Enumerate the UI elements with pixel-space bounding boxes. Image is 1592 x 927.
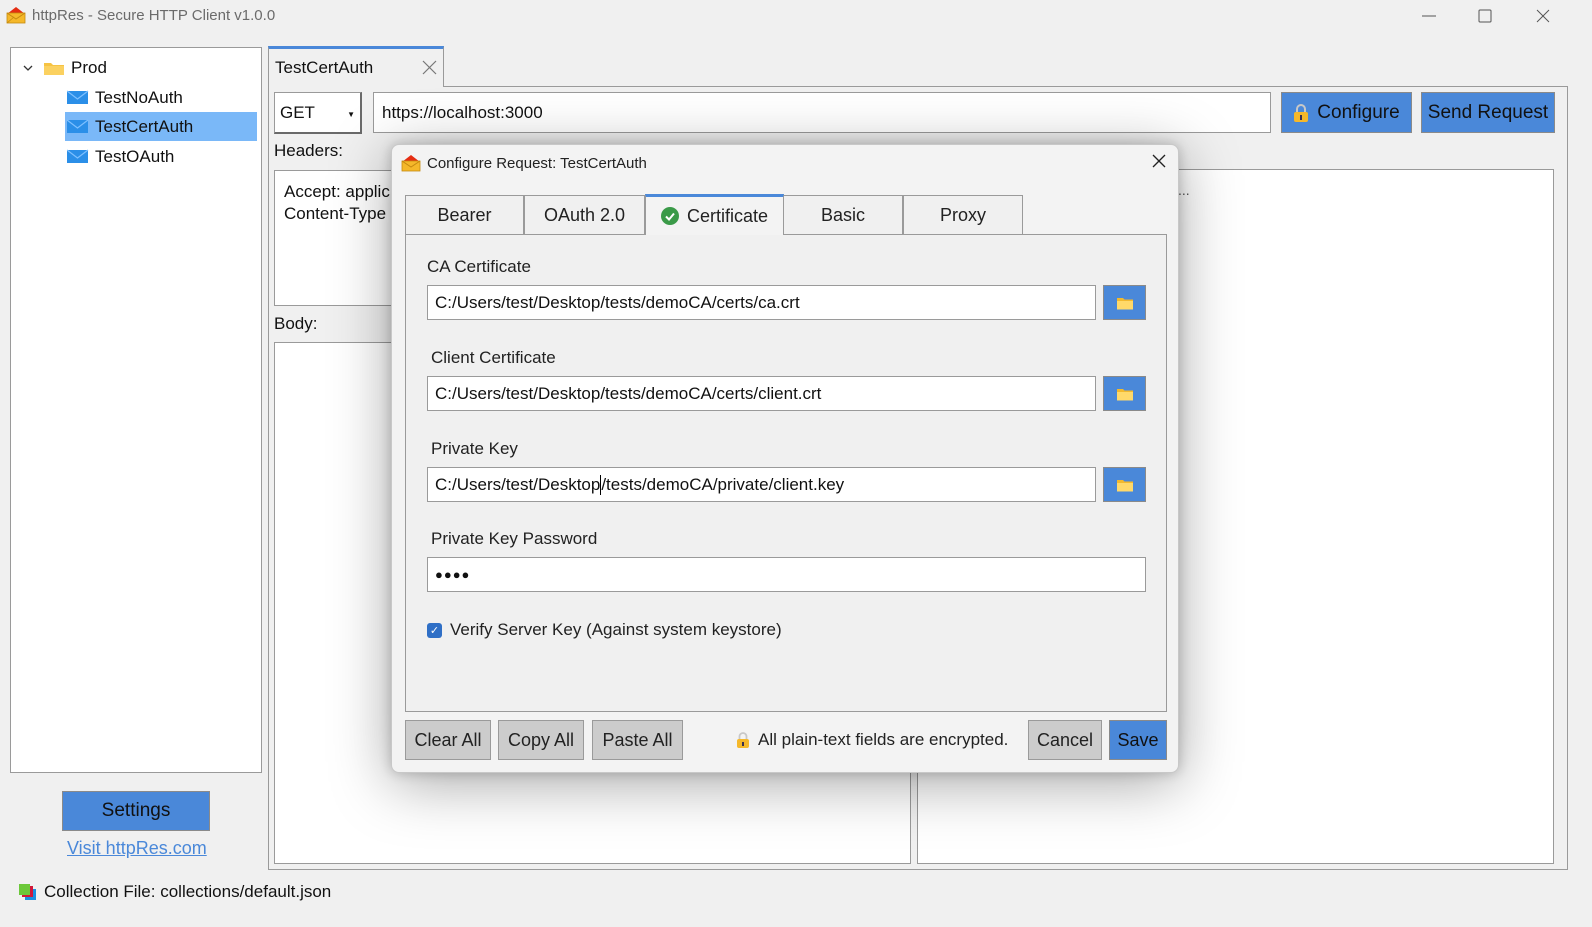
lock-icon — [1294, 103, 1309, 122]
save-button[interactable]: Save — [1109, 720, 1167, 760]
private-key-value-end: /tests/demoCA/private/client.key — [601, 474, 845, 494]
ca-certificate-browse-button[interactable] — [1103, 285, 1146, 320]
folder-icon — [1116, 297, 1133, 309]
close-window-button[interactable] — [1520, 0, 1566, 32]
verify-server-key-label: Verify Server Key (Against system keysto… — [450, 620, 782, 639]
title-bar: httpRes - Secure HTTP Client v1.0.0 — [0, 0, 1592, 32]
encryption-note: All plain-text fields are encrypted. — [736, 730, 1008, 750]
password-value: ●●●● — [435, 567, 471, 582]
chevron-down-icon[interactable] — [21, 61, 35, 75]
ca-certificate-label: CA Certificate — [427, 257, 531, 276]
close-icon — [1152, 154, 1166, 168]
close-icon — [422, 60, 437, 75]
tree-item-testoauth[interactable]: TestOAuth — [65, 142, 257, 171]
url-input[interactable]: https://localhost:3000 — [373, 92, 1271, 133]
window-title: httpRes - Secure HTTP Client v1.0.0 — [32, 7, 276, 24]
folder-icon — [44, 62, 64, 75]
tab-label: TestCertAuth — [275, 58, 374, 77]
tree-item-testnoauth[interactable]: TestNoAuth — [65, 83, 257, 112]
tree-item-label: TestNoAuth — [95, 87, 183, 107]
tab-certificate-label: Certificate — [686, 205, 769, 226]
tab-proxy[interactable]: Proxy — [903, 195, 1023, 235]
tree-folder-prod[interactable]: Prod — [21, 53, 107, 82]
tree-folder-label: Prod — [71, 57, 107, 77]
tab-close-button[interactable] — [422, 59, 437, 80]
url-value: https://localhost:3000 — [382, 102, 543, 122]
method-value: GET — [280, 102, 315, 122]
tree-item-label: TestOAuth — [95, 146, 175, 166]
envelope-icon — [67, 119, 89, 133]
visit-website-link[interactable]: Visit httpRes.com — [67, 838, 207, 859]
client-certificate-label: Client Certificate — [431, 348, 556, 367]
copy-all-button[interactable]: Copy All — [498, 720, 584, 760]
maximize-button[interactable] — [1462, 0, 1508, 32]
tab-basic[interactable]: Basic — [783, 195, 903, 235]
dialog-title: Configure Request: TestCertAuth — [427, 155, 647, 172]
ca-certificate-input[interactable]: C:/Users/test/Desktop/tests/demoCA/certs… — [427, 285, 1096, 320]
close-icon — [1536, 9, 1550, 23]
app-envelope-icon — [401, 155, 421, 172]
tree-item-label: TestCertAuth — [95, 116, 194, 136]
tab-bearer[interactable]: Bearer — [405, 195, 524, 235]
response-text: ... — [1178, 182, 1190, 198]
settings-button[interactable]: Settings — [62, 791, 210, 831]
headers-label: Headers: — [274, 141, 343, 160]
tree-item-testcertauth[interactable]: TestCertAuth — [65, 112, 257, 141]
collection-file-text: Collection File: collections/default.jso… — [44, 882, 332, 901]
encryption-note-text: All plain-text fields are encrypted. — [758, 730, 1009, 749]
configure-request-dialog: Configure Request: TestCertAuth Bearer O… — [391, 144, 1179, 773]
caret-down-icon: ▼ — [347, 110, 355, 119]
private-key-label: Private Key — [431, 439, 518, 458]
checkbox-checked-icon[interactable]: ✓ — [427, 622, 442, 638]
configure-label: Configure — [1317, 101, 1400, 123]
certificate-tab-panel: CA Certificate C:/Users/test/Desktop/tes… — [405, 234, 1167, 712]
headers-textarea[interactable]: Accept: applic Content-Type — [274, 170, 404, 306]
maximize-icon — [1478, 9, 1492, 23]
clear-all-button[interactable]: Clear All — [405, 720, 491, 760]
paste-all-button[interactable]: Paste All — [592, 720, 683, 760]
lock-icon — [737, 732, 749, 748]
folder-icon — [1116, 479, 1133, 491]
verify-server-key-checkbox[interactable]: ✓ Verify Server Key (Against system keys… — [427, 620, 782, 640]
private-key-password-label: Private Key Password — [431, 529, 598, 548]
folder-icon — [1116, 388, 1133, 400]
private-key-input[interactable]: C:/Users/test/Desktop/tests/demoCA/priva… — [427, 467, 1096, 502]
envelope-icon — [67, 149, 89, 163]
private-key-browse-button[interactable] — [1103, 467, 1146, 502]
tab-testcertauth[interactable]: TestCertAuth — [268, 46, 444, 87]
minimize-button[interactable] — [1406, 0, 1452, 32]
tab-oauth2[interactable]: OAuth 2.0 — [524, 195, 645, 235]
client-certificate-browse-button[interactable] — [1103, 376, 1146, 411]
private-key-password-input[interactable]: ●●●● — [427, 557, 1146, 592]
client-certificate-input[interactable]: C:/Users/test/Desktop/tests/demoCA/certs… — [427, 376, 1096, 411]
check-circle-icon — [660, 207, 679, 225]
method-select[interactable]: GET ▼ — [274, 92, 362, 134]
client-certificate-value: C:/Users/test/Desktop/tests/demoCA/certs… — [435, 383, 822, 403]
send-request-button[interactable]: Send Request — [1421, 92, 1555, 133]
minimize-icon — [1422, 15, 1436, 17]
cancel-button[interactable]: Cancel — [1028, 720, 1102, 760]
status-bar: Collection File: collections/default.jso… — [18, 882, 331, 902]
collection-tree[interactable]: Prod TestNoAuth TestCertAuth TestOAuth — [10, 47, 262, 773]
dialog-close-button[interactable] — [1152, 151, 1166, 174]
envelope-icon — [67, 90, 89, 104]
configure-button[interactable]: Configure — [1281, 92, 1412, 133]
app-envelope-icon — [6, 7, 26, 24]
ca-certificate-value: C:/Users/test/Desktop/tests/demoCA/certs… — [435, 292, 800, 312]
tab-certificate[interactable]: Certificate — [645, 194, 784, 235]
private-key-value-start: C:/Users/test/Desktop — [435, 474, 601, 494]
body-label: Body: — [274, 314, 318, 333]
collection-file-icon — [19, 884, 36, 900]
